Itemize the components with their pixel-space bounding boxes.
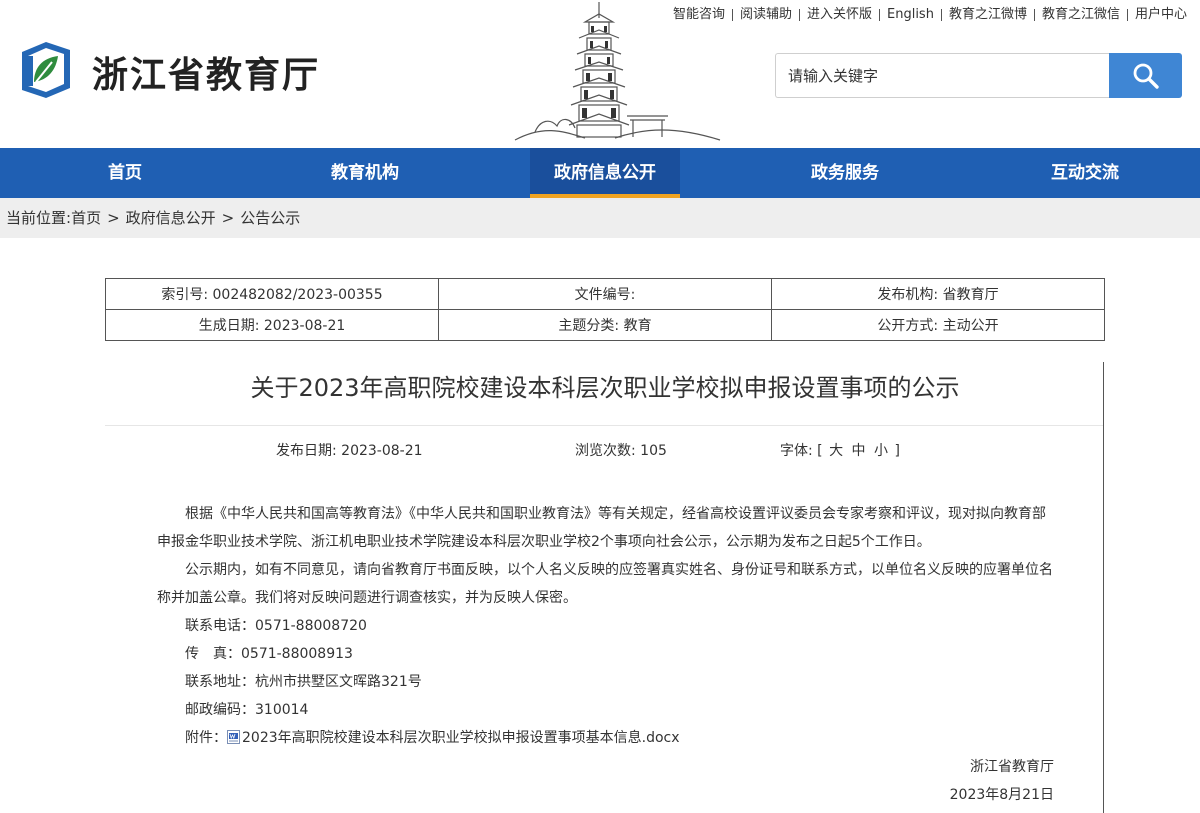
font-size-medium-button[interactable]: 中 — [850, 443, 868, 459]
nav-item-institutions[interactable]: 教育机构 — [290, 148, 440, 198]
word-document-icon — [227, 730, 240, 744]
contact-address: 联系地址：杭州市拱墅区文晖路321号 — [185, 674, 422, 690]
font-size-control: 字体: [ 大 中 小 ] — [780, 440, 900, 460]
search-input[interactable] — [775, 53, 1110, 98]
attachment-label: 附件： — [185, 730, 227, 746]
meta-open-mode: 公开方式: 主动公开 — [771, 309, 1105, 341]
top-link-english[interactable]: English — [880, 7, 941, 23]
top-link-reading-assist[interactable]: 阅读辅助 — [733, 7, 799, 23]
article-paragraph: 根据《中华人民共和国高等教育法》《中华人民共和国职业教育法》等有关规定，经省高校… — [157, 506, 1046, 550]
article-right-border — [1103, 362, 1104, 813]
article-body: 根据《中华人民共和国高等教育法》《中华人民共和国职业教育法》等有关规定，经省高校… — [157, 500, 1057, 752]
font-size-large-button[interactable]: 大 — [827, 443, 845, 459]
contact-fax: 传 真：0571-88008913 — [185, 646, 353, 662]
site-name[interactable]: 浙江省教育厅 — [92, 46, 320, 98]
breadcrumb-separator: > — [107, 209, 120, 227]
contact-postcode: 邮政编码：310014 — [185, 702, 309, 718]
top-link-care-version[interactable]: 进入关怀版 — [800, 7, 879, 23]
nav-item-gov-info[interactable]: 政府信息公开 — [530, 148, 680, 198]
contact-phone: 联系电话：0571-88008720 — [185, 618, 367, 634]
education-department-logo-icon[interactable] — [16, 38, 76, 102]
search-button[interactable] — [1109, 53, 1182, 98]
meta-category: 主题分类: 教育 — [438, 309, 772, 341]
top-link-smart-consult[interactable]: 智能咨询 — [666, 7, 732, 23]
breadcrumb-home[interactable]: 首页 — [71, 209, 101, 227]
font-size-close: ] — [894, 443, 900, 459]
breadcrumb: 当前位置:首页 > 政府信息公开 > 公告公示 — [0, 198, 1200, 238]
signature-date: 2023年8月21日 — [949, 787, 1054, 803]
attachment-row: 附件： 2023年高职院校建设本科层次职业学校拟申报设置事项基本信息.docx — [157, 724, 1057, 752]
nav-item-services[interactable]: 政务服务 — [770, 148, 920, 198]
font-size-small-button[interactable]: 小 — [872, 443, 890, 459]
search-icon — [1133, 63, 1159, 89]
nav-item-interaction[interactable]: 互动交流 — [1010, 148, 1160, 198]
meta-index-no: 索引号: 002482082/2023-00355 — [105, 278, 439, 310]
signature-org: 浙江省教育厅 — [970, 759, 1054, 775]
table-row: 生成日期: 2023-08-21 主题分类: 教育 公开方式: 主动公开 — [105, 309, 1105, 341]
meta-doc-no: 文件编号: — [438, 278, 772, 310]
font-size-label: 字体: [ — [780, 443, 823, 459]
breadcrumb-announcements[interactable]: 公告公示 — [240, 209, 300, 227]
article-paragraph: 公示期内，如有不同意见，请向省教育厅书面反映，以个人名义反映的应签署真实姓名、身… — [157, 562, 1053, 606]
table-row: 索引号: 002482082/2023-00355 文件编号: 发布机构: 省教… — [105, 278, 1105, 310]
divider — [105, 425, 1103, 426]
document-meta-table: 索引号: 002482082/2023-00355 文件编号: 发布机构: 省教… — [105, 278, 1105, 341]
top-links-bar: 智能咨询 阅读辅助 进入关怀版 English 教育之江微博 教育之江微信 用户… — [666, 6, 1194, 24]
attachment-link[interactable]: 2023年高职院校建设本科层次职业学校拟申报设置事项基本信息.docx — [242, 730, 680, 746]
meta-publisher: 发布机构: 省教育厅 — [771, 278, 1105, 310]
breadcrumb-separator: > — [221, 209, 235, 227]
main-nav: 首页 教育机构 政府信息公开 政务服务 互动交流 — [0, 148, 1200, 198]
view-count: 浏览次数: 105 — [575, 443, 667, 459]
top-link-weibo[interactable]: 教育之江微博 — [942, 7, 1034, 23]
breadcrumb-gov-info[interactable]: 政府信息公开 — [126, 209, 216, 227]
top-link-wechat[interactable]: 教育之江微信 — [1035, 7, 1127, 23]
meta-created-date: 生成日期: 2023-08-21 — [105, 309, 439, 341]
site-header: 浙江省教育厅 智能咨询 阅读辅助 进入关怀版 English 教育之江微博 教育… — [0, 0, 1200, 148]
nav-item-home[interactable]: 首页 — [50, 148, 200, 198]
article-title: 关于2023年高职院校建设本科层次职业学校拟申报设置事项的公示 — [250, 374, 960, 402]
publish-date: 发布日期: 2023-08-21 — [276, 443, 423, 459]
breadcrumb-prefix: 当前位置: — [6, 209, 72, 227]
top-link-user-center[interactable]: 用户中心 — [1128, 7, 1194, 23]
